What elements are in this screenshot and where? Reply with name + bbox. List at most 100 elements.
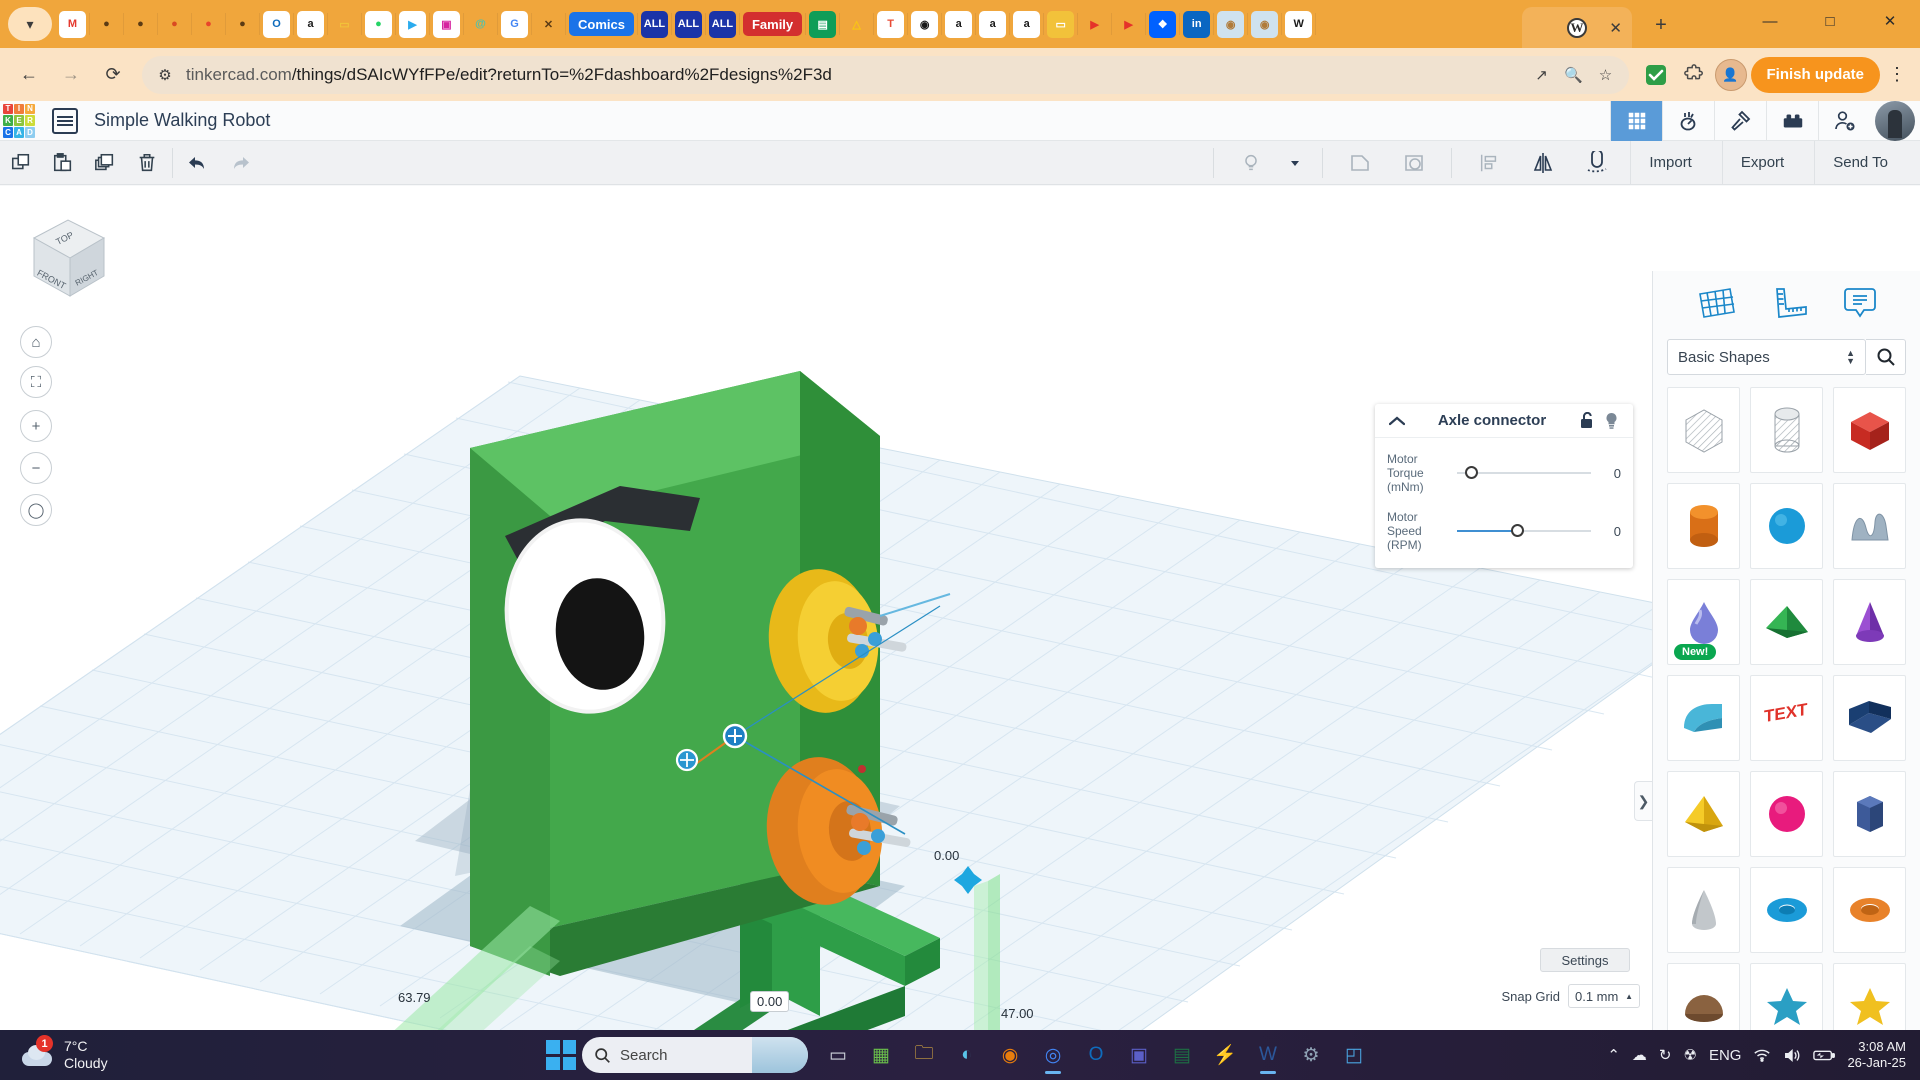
undo-button[interactable] [177, 141, 219, 185]
bookmark-amazon3[interactable]: a [1013, 10, 1041, 38]
tinkercad-logo[interactable]: TIN KER CAD [0, 101, 38, 141]
wifi-icon[interactable] [1753, 1048, 1771, 1062]
circuits-icon[interactable] [1662, 100, 1714, 141]
taskbar-app-excel[interactable]: ▤ [1162, 1035, 1202, 1075]
invite-people-icon[interactable] [1818, 100, 1870, 141]
collapse-panel-handle[interactable]: ❯ [1634, 781, 1652, 821]
bookmark-reddit[interactable]: ● [161, 10, 188, 38]
bookmark-instagram[interactable]: ▣ [433, 10, 460, 38]
shape-sphere-pink[interactable] [1750, 771, 1823, 857]
bookmark-star-icon[interactable]: ☆ [1595, 64, 1617, 86]
shape-paraboloid[interactable]: New! [1667, 579, 1740, 665]
bookmark-yellow-note[interactable]: ▭ [331, 10, 358, 38]
mirror-button[interactable] [1522, 141, 1564, 185]
bookmarks-chevron-icon[interactable]: ▾ [8, 7, 52, 41]
taskbar-app-chrome[interactable]: ◎ [1033, 1035, 1073, 1075]
new-tab-button[interactable]: + [1647, 11, 1675, 39]
motor-speed-slider[interactable] [1457, 523, 1591, 539]
shapes-category-select[interactable]: Basic Shapes ▲ ▼ [1667, 339, 1866, 375]
shape-pyramid-green[interactable] [1750, 579, 1823, 665]
maximize-button[interactable]: □ [1800, 0, 1860, 42]
bookmark-threads[interactable]: @ [467, 10, 494, 38]
weather-widget[interactable]: 1 7°C Cloudy [22, 1035, 108, 1072]
bookmark-amazon1[interactable]: a [945, 10, 973, 38]
search-icon[interactable] [1866, 339, 1906, 375]
omnibox[interactable]: ⚙ tinkercad.com/things/dSAIcWYfFPe/edit?… [142, 55, 1629, 94]
bookmark-gmail[interactable]: M [59, 10, 86, 38]
3d-viewport[interactable]: TOP FRONT RIGHT ⌂ ⛶ + − ◯ 63.79 0.00 0.0… [0, 186, 1920, 1030]
taskbar-app-teams[interactable]: ▣ [1119, 1035, 1159, 1075]
user-avatar[interactable] [1875, 100, 1915, 141]
motor-speed-value[interactable]: 0 [1599, 524, 1621, 539]
shape-box[interactable] [1833, 387, 1906, 473]
shape-sphere[interactable] [1750, 483, 1823, 569]
taskbar-app-paint[interactable]: ◐ [947, 1035, 987, 1075]
taskbar-app-settings[interactable]: ⚙ [1291, 1035, 1331, 1075]
taskbar-app-widgets[interactable]: ▦ [861, 1035, 901, 1075]
bookmark-whatsapp[interactable]: ● [365, 10, 392, 38]
delete-button[interactable] [126, 141, 168, 185]
shape-tube-orange[interactable] [1833, 867, 1906, 953]
view-cube[interactable]: TOP FRONT RIGHT [20, 210, 116, 306]
bookmark-amazon2[interactable]: a [979, 10, 1007, 38]
bookmark-reddit2[interactable]: ● [195, 10, 222, 38]
unlock-icon[interactable] [1575, 412, 1599, 429]
bookmark-openai[interactable]: ◉ [911, 10, 939, 38]
orbit-button[interactable]: ◯ [20, 494, 52, 526]
shape-cone-gray[interactable] [1667, 867, 1740, 953]
bookmark-amazon-a[interactable]: a [297, 10, 324, 38]
shape-cylinder-hole[interactable] [1750, 387, 1823, 473]
collapse-chevron-icon[interactable] [1385, 416, 1409, 426]
blocks-grid-icon[interactable] [1610, 100, 1662, 141]
document-title[interactable]: Simple Walking Robot [94, 110, 270, 131]
zoom-icon[interactable]: 🔍 [1563, 64, 1585, 86]
volume-icon[interactable] [1783, 1048, 1801, 1063]
shape-roof[interactable] [1667, 675, 1740, 761]
notes-icon[interactable] [1842, 285, 1878, 326]
workplane-icon[interactable] [1696, 286, 1736, 325]
dropdown-caret-icon[interactable] [1284, 141, 1306, 185]
motor-torque-value[interactable]: 0 [1599, 466, 1621, 481]
bookmark-youtube2[interactable]: ▶ [1115, 10, 1143, 38]
dim-top-label[interactable]: 0.00 [928, 846, 965, 865]
export-button[interactable]: Export [1721, 140, 1802, 185]
dim-height-label[interactable]: 47.00 [995, 1004, 1040, 1023]
bookmark-allcomics1[interactable]: ALL [640, 10, 668, 38]
bookmark-sheets[interactable]: ▤ [809, 10, 837, 38]
bookmark-outlook[interactable]: O [263, 10, 290, 38]
shape-cone-purple[interactable] [1833, 579, 1906, 665]
bookmark-tinkercad[interactable]: T [877, 10, 905, 38]
start-button[interactable] [546, 1040, 576, 1070]
taskbar-app-photos[interactable]: ◰ [1334, 1035, 1374, 1075]
motor-torque-slider[interactable] [1457, 465, 1591, 481]
taskbar-app-word[interactable]: W [1248, 1035, 1288, 1075]
updates-icon[interactable]: ☢ [1683, 1046, 1696, 1064]
bookmark-comics[interactable]: Comics [569, 12, 634, 36]
extensions-puzzle-icon[interactable] [1677, 58, 1711, 92]
bookmark-yellow-note2[interactable]: ▭ [1047, 10, 1075, 38]
bookmark-reddit-circle[interactable]: ● [127, 10, 154, 38]
forward-button[interactable]: → [52, 56, 90, 94]
open-in-new-icon[interactable]: ↗ [1531, 64, 1553, 86]
bookmark-allcomics3[interactable]: ALL [708, 10, 736, 38]
taskbar-app-task-view[interactable]: ▭ [818, 1035, 858, 1075]
chrome-menu-icon[interactable]: ⋮ [1884, 57, 1910, 93]
bookmark-family[interactable]: Family [742, 12, 803, 36]
bookmark-photo1[interactable]: ◉ [1217, 10, 1245, 38]
bricks-icon[interactable] [1766, 100, 1818, 141]
zoom-out-button[interactable]: − [20, 452, 52, 484]
taskbar-app-outlook[interactable]: O [1076, 1035, 1116, 1075]
shape-pyramid-yellow[interactable] [1667, 771, 1740, 857]
copy-button[interactable] [0, 141, 42, 185]
bookmark-youtube1[interactable]: ▶ [1081, 10, 1109, 38]
taskbar-app-lightning-app[interactable]: ⚡ [1205, 1035, 1245, 1075]
light-bulb-icon[interactable] [1230, 141, 1272, 185]
show-hidden-icons[interactable]: ⌃ [1607, 1046, 1620, 1064]
ungroup-button[interactable] [1393, 141, 1435, 185]
fit-view-button[interactable]: ⛶ [20, 366, 52, 398]
reload-button[interactable]: ⟳ [94, 56, 132, 94]
shape-polygon-blue[interactable] [1833, 771, 1906, 857]
bookmark-photo2[interactable]: ◉ [1251, 10, 1279, 38]
design-list-icon[interactable] [52, 107, 78, 134]
back-button[interactable]: ← [10, 56, 48, 94]
